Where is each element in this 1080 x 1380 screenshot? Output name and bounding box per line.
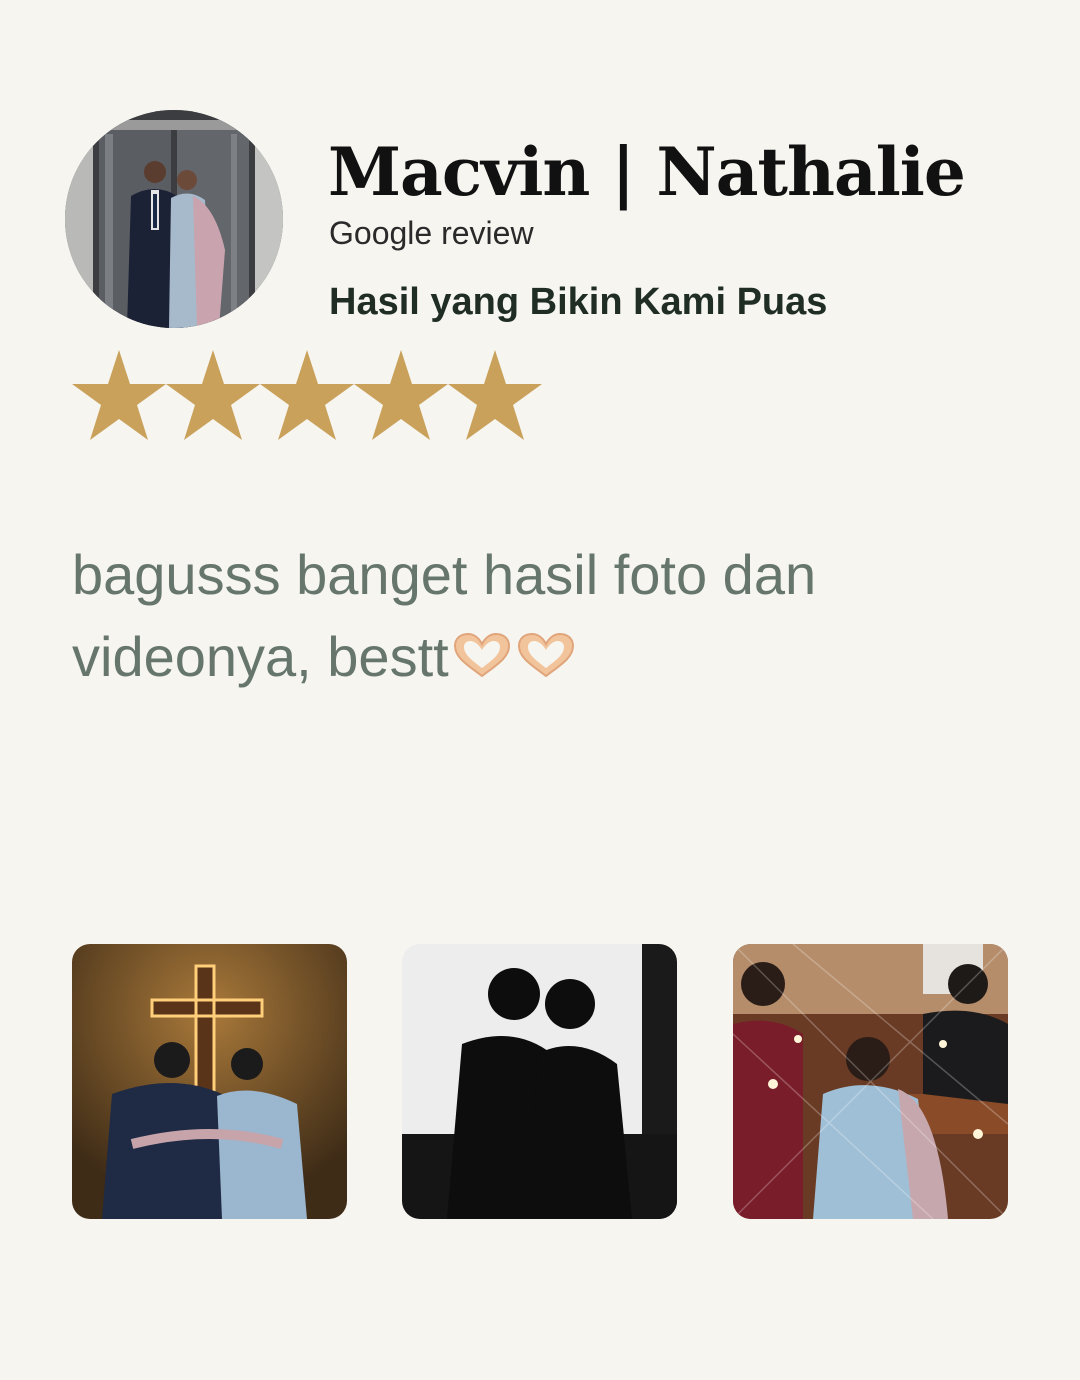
review-text-body: bagusss banget hasil foto dan videonya, … [72, 543, 817, 688]
star-icon [260, 350, 354, 440]
star-icon [166, 350, 260, 440]
review-headline: Hasil yang Bikin Kami Puas [329, 281, 828, 323]
review-source: Google review [329, 215, 534, 251]
couple-at-altar-cross-photo[interactable] [72, 944, 347, 1219]
review-text: bagusss banget hasil foto dan videonya, … [72, 534, 1002, 698]
heart-hands-emoji-icon [453, 632, 510, 678]
star-icon [354, 350, 448, 440]
star-icon [448, 350, 542, 440]
star-icon [72, 350, 166, 440]
couple-silhouette-window-photo[interactable] [402, 944, 677, 1219]
reviewer-avatar [65, 110, 283, 328]
bride-with-guests-photo[interactable] [733, 944, 1008, 1219]
reviewer-name: Macvin | Nathalie [328, 133, 966, 211]
heart-hands-emoji-icon [517, 632, 574, 678]
star-rating [72, 350, 542, 440]
